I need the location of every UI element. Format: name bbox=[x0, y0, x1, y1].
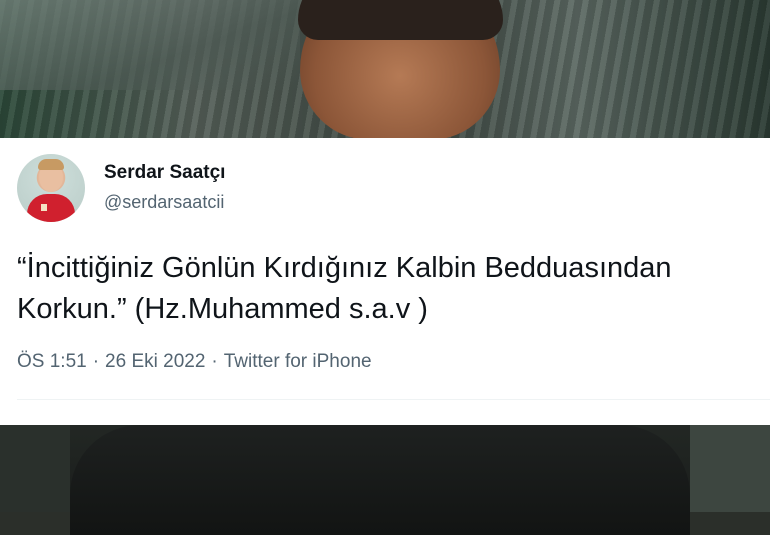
man-hair bbox=[298, 0, 503, 40]
avatar[interactable] bbox=[17, 154, 85, 222]
tweet-source[interactable]: Twitter for iPhone bbox=[224, 351, 372, 372]
avatar-shirt bbox=[27, 194, 75, 222]
background-right bbox=[690, 425, 770, 512]
avatar-badge bbox=[41, 204, 47, 211]
stadium-roof bbox=[0, 0, 300, 90]
background-left bbox=[0, 425, 70, 512]
divider bbox=[17, 399, 770, 400]
tweet-date[interactable]: 26 Eki 2022 bbox=[105, 351, 205, 372]
man-suit bbox=[70, 425, 690, 535]
meta-separator: · bbox=[92, 351, 100, 372]
author-handle[interactable]: @serdarsaatcii bbox=[104, 192, 224, 213]
avatar-hair bbox=[38, 159, 64, 170]
tweet-meta: ÖS 1:51 · 26 Eki 2022 · Twitter for iPhone bbox=[17, 351, 372, 373]
meta-separator: · bbox=[211, 351, 218, 372]
author-name[interactable]: Serdar Saatçı bbox=[104, 162, 225, 184]
tweet-card: Serdar Saatçı @serdarsaatcii “İncittiğin… bbox=[0, 138, 770, 425]
tweet-time[interactable]: ÖS 1:51 bbox=[17, 351, 87, 372]
tweet-text: “İncittiğiniz Gönlün Kırdığınız Kalbin B… bbox=[17, 252, 672, 325]
